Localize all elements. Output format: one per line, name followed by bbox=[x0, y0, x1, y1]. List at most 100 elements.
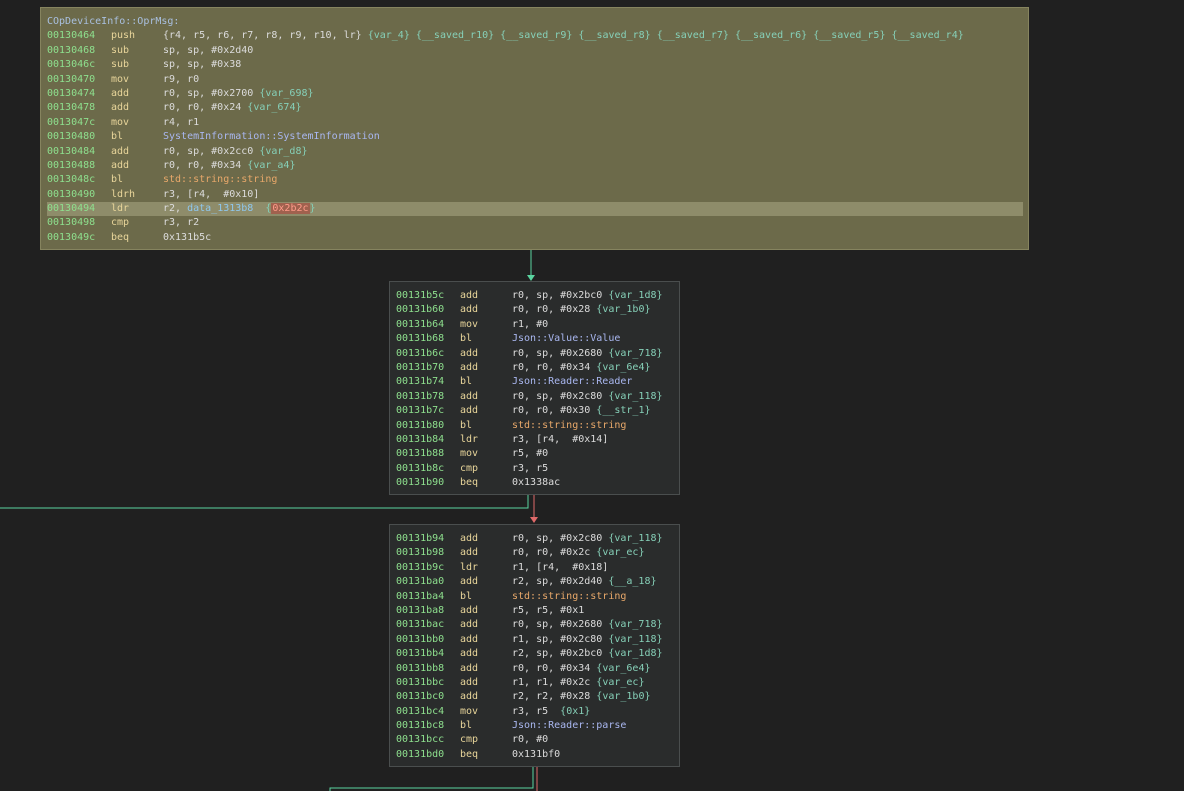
instruction-row[interactable]: 00131bcc cmp r0, #0 bbox=[396, 733, 679, 747]
instruction-row[interactable]: 00131b9c ldr r1, [r4, #0x18] bbox=[396, 561, 679, 575]
instruction-address[interactable]: 00131b94 bbox=[396, 532, 444, 546]
instruction-address[interactable]: 00131bbc bbox=[396, 676, 444, 690]
instruction-row[interactable]: 00131ba4 bl std::string::string bbox=[396, 590, 679, 604]
instruction-address[interactable]: 00131b68 bbox=[396, 332, 444, 346]
instruction-row[interactable]: 00131b70 add r0, r0, #0x34 {var_6e4} bbox=[396, 361, 679, 375]
instruction-row[interactable]: 0013048c bl std::string::string bbox=[47, 173, 1028, 187]
instruction-row[interactable]: 00131bac add r0, sp, #0x2680 {var_718} bbox=[396, 618, 679, 632]
instruction-row[interactable]: 00131b68 bl Json::Value::Value bbox=[396, 332, 679, 346]
instruction-row[interactable]: 0013047c mov r4, r1 bbox=[47, 116, 1028, 130]
instruction-address[interactable]: 0013047c bbox=[47, 116, 95, 130]
function-call-ref[interactable]: Json::Reader::parse bbox=[512, 720, 626, 731]
instruction-row[interactable]: 00131b94 add r0, sp, #0x2c80 {var_118} bbox=[396, 532, 679, 546]
function-call-ref[interactable]: std::string::string bbox=[512, 591, 626, 602]
basic-block-131b94[interactable]: 00131b94 add r0, sp, #0x2c80 {var_118} 0013… bbox=[389, 524, 680, 767]
instruction-row[interactable]: 00131bb4 add r2, sp, #0x2bc0 {var_1d8} bbox=[396, 647, 679, 661]
instruction-address[interactable]: 00131bb4 bbox=[396, 647, 444, 661]
instruction-address[interactable]: 00131ba4 bbox=[396, 590, 444, 604]
instruction-row[interactable]: 00131bc8 bl Json::Reader::parse bbox=[396, 719, 679, 733]
instruction-row[interactable]: 0013046c sub sp, sp, #0x38 bbox=[47, 58, 1028, 72]
instruction-row[interactable]: 0013049c beq 0x131b5c bbox=[47, 231, 1028, 245]
instruction-address[interactable]: 00130480 bbox=[47, 130, 95, 144]
instruction-row[interactable]: 00131b7c add r0, r0, #0x30 {__str_1} bbox=[396, 404, 679, 418]
instruction-row[interactable]: 00131bb0 add r1, sp, #0x2c80 {var_118} bbox=[396, 633, 679, 647]
instruction-address[interactable]: 00131b74 bbox=[396, 375, 444, 389]
instruction-row[interactable]: 00131b64 mov r1, #0 bbox=[396, 318, 679, 332]
instruction-address[interactable]: 00131bb0 bbox=[396, 633, 444, 647]
instruction-row[interactable]: 00130490 ldrh r3, [r4, #0x10] bbox=[47, 188, 1028, 202]
instruction-row[interactable]: 00131b6c add r0, sp, #0x2680 {var_718} bbox=[396, 347, 679, 361]
instruction-row[interactable]: 00131b78 add r0, sp, #0x2c80 {var_118} bbox=[396, 390, 679, 404]
instruction-address[interactable]: 00131ba8 bbox=[396, 604, 444, 618]
instruction-row[interactable]: 00131b60 add r0, r0, #0x28 {var_1b0} bbox=[396, 303, 679, 317]
instruction-address[interactable]: 00131bac bbox=[396, 618, 444, 632]
instruction-address[interactable]: 00130498 bbox=[47, 216, 95, 230]
instruction-row[interactable]: 00130488 add r0, r0, #0x34 {var_a4} bbox=[47, 159, 1028, 173]
instruction-address[interactable]: 00131b9c bbox=[396, 561, 444, 575]
instruction-row[interactable]: 00131b90 beq 0x1338ac bbox=[396, 476, 679, 490]
instruction-row[interactable]: 00130480 bl SystemInformation::SystemInfor… bbox=[47, 130, 1028, 144]
function-call-ref[interactable]: Json::Value::Value bbox=[512, 333, 620, 344]
instruction-address[interactable]: 00131bc4 bbox=[396, 705, 444, 719]
instruction-row[interactable]: 00130478 add r0, r0, #0x24 {var_674} bbox=[47, 101, 1028, 115]
basic-block-oprmsg-entry[interactable]: COpDeviceInfo::OprMsg: 00130464 push {r4, … bbox=[40, 7, 1029, 250]
instruction-row[interactable]: 00130464 push {r4, r5, r6, r7, r8, r9, r10… bbox=[47, 29, 1028, 43]
instruction-address[interactable]: 00131b98 bbox=[396, 546, 444, 560]
instruction-address[interactable]: 00131bcc bbox=[396, 733, 444, 747]
instruction-address[interactable]: 00130464 bbox=[47, 29, 95, 43]
function-call-ref[interactable]: std::string::string bbox=[512, 420, 626, 431]
function-call-ref[interactable]: std::string::string bbox=[163, 174, 277, 185]
instruction-address[interactable]: 00131bb8 bbox=[396, 662, 444, 676]
instruction-address[interactable]: 00131bc8 bbox=[396, 719, 444, 733]
instruction-row[interactable]: 00131b98 add r0, r0, #0x2c {var_ec} bbox=[396, 546, 679, 560]
instruction-address[interactable]: 00130474 bbox=[47, 87, 95, 101]
instruction-address[interactable]: 00131b60 bbox=[396, 303, 444, 317]
instruction-row[interactable]: 00131ba0 add r2, sp, #0x2d40 {__a_18} bbox=[396, 575, 679, 589]
instruction-row[interactable]: 00130474 add r0, sp, #0x2700 {var_698} bbox=[47, 87, 1028, 101]
instruction-row[interactable]: 00130470 mov r9, r0 bbox=[47, 73, 1028, 87]
basic-block-131b5c[interactable]: 00131b5c add r0, sp, #0x2bc0 {var_1d8} 0013… bbox=[389, 281, 680, 495]
instruction-address[interactable]: 00131b78 bbox=[396, 390, 444, 404]
instruction-row-selected[interactable]: 00130494 ldr r2, data_1313b8 {0x2b2c} bbox=[47, 202, 1023, 217]
instruction-address[interactable]: 00130470 bbox=[47, 73, 95, 87]
instruction-address[interactable]: 00131b90 bbox=[396, 476, 444, 490]
instruction-address[interactable]: 00130478 bbox=[47, 101, 95, 115]
instruction-address[interactable]: 00131bc0 bbox=[396, 690, 444, 704]
data-symbol-ref[interactable]: data_1313b8 bbox=[187, 203, 253, 214]
instruction-address[interactable]: 00131b7c bbox=[396, 404, 444, 418]
function-title[interactable]: COpDeviceInfo::OprMsg: bbox=[47, 15, 1028, 29]
instruction-row[interactable]: 00131bd0 beq 0x131bf0 bbox=[396, 748, 679, 762]
instruction-row[interactable]: 00131b80 bl std::string::string bbox=[396, 419, 679, 433]
instruction-row[interactable]: 00131b8c cmp r3, r5 bbox=[396, 462, 679, 476]
instruction-row[interactable]: 00131bc4 mov r3, r5 {0x1} bbox=[396, 705, 679, 719]
instruction-address[interactable]: 00131b6c bbox=[396, 347, 444, 361]
instruction-address[interactable]: 0013046c bbox=[47, 58, 95, 72]
instruction-address[interactable]: 00131b84 bbox=[396, 433, 444, 447]
instruction-address[interactable]: 00131b88 bbox=[396, 447, 444, 461]
instruction-row[interactable]: 00131ba8 add r5, r5, #0x1 bbox=[396, 604, 679, 618]
function-call-ref[interactable]: SystemInformation::SystemInformation bbox=[163, 131, 380, 142]
instruction-address[interactable]: 00130484 bbox=[47, 145, 95, 159]
instruction-row[interactable]: 00131bb8 add r0, r0, #0x34 {var_6e4} bbox=[396, 662, 679, 676]
instruction-row[interactable]: 00131b74 bl Json::Reader::Reader bbox=[396, 375, 679, 389]
instruction-address[interactable]: 00131b8c bbox=[396, 462, 444, 476]
instruction-address[interactable]: 00130494 bbox=[47, 202, 95, 216]
instruction-row[interactable]: 00131bc0 add r2, r2, #0x28 {var_1b0} bbox=[396, 690, 679, 704]
function-call-ref[interactable]: Json::Reader::Reader bbox=[512, 376, 632, 387]
instruction-address[interactable]: 00130468 bbox=[47, 44, 95, 58]
instruction-address[interactable]: 00130490 bbox=[47, 188, 95, 202]
instruction-row[interactable]: 00131b84 ldr r3, [r4, #0x14] bbox=[396, 433, 679, 447]
instruction-address[interactable]: 00131b5c bbox=[396, 289, 444, 303]
instruction-address[interactable]: 00131b80 bbox=[396, 419, 444, 433]
instruction-row[interactable]: 00130484 add r0, sp, #0x2cc0 {var_d8} bbox=[47, 145, 1028, 159]
instruction-address[interactable]: 0013049c bbox=[47, 231, 95, 245]
instruction-address[interactable]: 00131b70 bbox=[396, 361, 444, 375]
instruction-row[interactable]: 00131b5c add r0, sp, #0x2bc0 {var_1d8} bbox=[396, 289, 679, 303]
instruction-address[interactable]: 00130488 bbox=[47, 159, 95, 173]
instruction-row[interactable]: 00131b88 mov r5, #0 bbox=[396, 447, 679, 461]
instruction-address[interactable]: 00131bd0 bbox=[396, 748, 444, 762]
instruction-address[interactable]: 0013048c bbox=[47, 173, 95, 187]
instruction-row[interactable]: 00131bbc add r1, r1, #0x2c {var_ec} bbox=[396, 676, 679, 690]
instruction-row[interactable]: 00130468 sub sp, sp, #0x2d40 bbox=[47, 44, 1028, 58]
instruction-address[interactable]: 00131b64 bbox=[396, 318, 444, 332]
